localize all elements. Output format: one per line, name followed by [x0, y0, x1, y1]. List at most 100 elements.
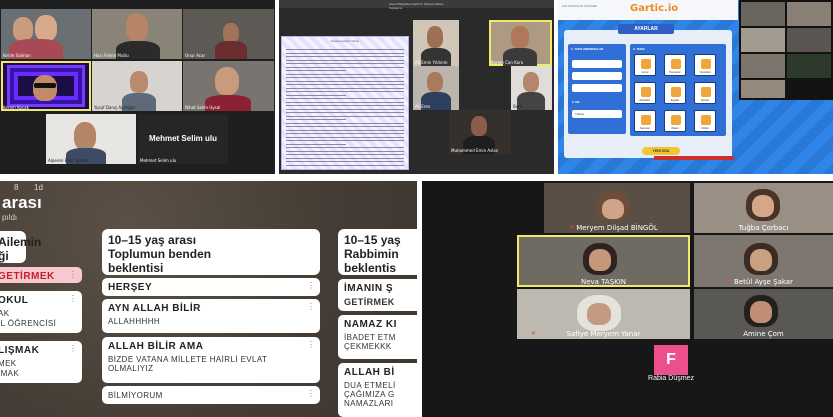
participant-tile[interactable]: Tuğba Çorbacı: [694, 183, 833, 233]
participant-tile-avatar[interactable]: Mehmet Selim ulu Mehmet Selim ulu: [138, 114, 228, 164]
participant-tile[interactable]: [741, 54, 785, 78]
board-header-date: 1d: [34, 183, 43, 192]
document-text-line: [286, 122, 404, 124]
participant-name: Rabia Düşmez: [648, 375, 694, 382]
participant-tile[interactable]: [787, 54, 831, 78]
more-options-icon[interactable]: ⋮: [307, 302, 315, 311]
participant-tile[interactable]: Hacı Fehmi Mutlu: [92, 9, 182, 59]
participant-name: Berk: [513, 104, 523, 109]
participant-name: Kerim Salman: [3, 53, 31, 58]
participant-name: Ali Emin Yıldırım: [415, 60, 448, 65]
document-title: Kişisel Gelişim Yazısı: [330, 39, 360, 43]
participant-tile[interactable]: [741, 2, 785, 26]
participant-tile[interactable]: Nihat Selim Uysal: [183, 61, 274, 111]
post-card[interactable]: ALLAH BİLİR AMA BİZDE VATANA MİLLETE HAİ…: [102, 337, 320, 383]
more-options-icon[interactable]: ⋮: [69, 270, 77, 279]
document-text-line: [286, 59, 404, 61]
participant-tile-speaking[interactable]: Neva TAŞKIN: [517, 235, 690, 287]
participant-tile[interactable]: Ali Emin Yıldırım: [413, 20, 459, 66]
post-card[interactable]: LIŞMAK MEK İMAK ⋮: [0, 341, 82, 383]
participant-tile[interactable]: Yusuf Danış Aydoğan: [92, 61, 182, 111]
participant-tile[interactable]: Muhammed Emin Aslan: [449, 110, 511, 154]
participant-tile[interactable]: ✕ Betül Ayşe Şakar: [694, 235, 833, 287]
category-icon: [701, 87, 711, 97]
participant-name: Muhammed Emin Aslan: [451, 148, 499, 153]
post-card[interactable]: AYN ALLAH BİLİR ALLAHHHHH ⋮: [102, 299, 320, 333]
participant-tile[interactable]: Kerim Salman: [1, 9, 91, 59]
new-room-button[interactable]: YENİ ODA: [642, 147, 680, 155]
board-subtitle: pıldı: [2, 213, 18, 222]
post-card[interactable]: İMANIN Ş GETİRMEK: [338, 279, 417, 311]
more-options-icon[interactable]: ⋮: [307, 281, 315, 290]
gartic-header: KULLANICILAR ÜÇÜNDE Gartic.io: [558, 0, 738, 20]
post-card[interactable]: HERŞEY ⋮: [102, 278, 320, 296]
document-text-line: [286, 63, 404, 64]
participant-tile[interactable]: Ali Eren: [413, 66, 459, 110]
gartic-settings-screen: KULLANICILAR ÜÇÜNDE Gartic.io AYARLAR 1.…: [558, 0, 833, 174]
participant-name: Yusuf Danış Aydoğan: [94, 105, 136, 110]
document-text-line: [286, 80, 404, 82]
participant-tile[interactable]: [787, 2, 831, 26]
shared-document: Kişisel Gelişim Yazısı: [281, 36, 409, 170]
post-card[interactable]: GETİRMEK ⋮: [0, 267, 82, 283]
document-text-line: [286, 126, 404, 127]
header-label: KULLANICILAR ÜÇÜNDE: [562, 4, 598, 8]
theme-card-celebrities[interactable]: Ünlüler: [694, 110, 716, 132]
participant-name: Ali Eren: [415, 104, 431, 109]
share-topbar: Ahmet Buğrahan Şahin'in (İzleyici) Ekran…: [279, 0, 554, 10]
participant-tile[interactable]: [787, 28, 831, 52]
theme-card-objects[interactable]: Nesneler: [634, 110, 656, 132]
document-text-line: [286, 140, 404, 141]
participant-tile[interactable]: [741, 80, 785, 98]
theme-card-items[interactable]: Eşyalar: [664, 82, 686, 104]
document-text-line: [286, 52, 404, 54]
participant-name: Kerem Koçak: [3, 105, 29, 110]
category-icon: [641, 59, 651, 69]
board-header-number: 8: [14, 183, 19, 192]
config-row[interactable]: [572, 72, 622, 80]
participant-name: Kerem Can Kara: [491, 60, 524, 65]
participant-tile-speaking[interactable]: Kerem Can Kara: [489, 20, 552, 66]
document-text-line: [286, 70, 346, 71]
more-options-icon[interactable]: ⋮: [69, 344, 77, 353]
category-icon: [671, 115, 681, 125]
more-options-icon[interactable]: ⋮: [307, 389, 315, 398]
participant-tile[interactable]: Berk: [511, 66, 552, 110]
theme-card-countries[interactable]: Ülkeler: [664, 110, 686, 132]
column-header: 10–15 yaş arası Toplumun benden beklenti…: [102, 229, 320, 275]
document-text-line: [286, 147, 404, 148]
participant-tile[interactable]: Alperen Emir Gözen: [46, 114, 136, 164]
category-icon: [701, 59, 711, 69]
avatar-name-label: Mehmet Selim ulu: [148, 134, 217, 143]
section-language-label: 3. DİL: [572, 100, 581, 104]
post-card[interactable]: OKUL AK İL ÖĞRENCİSİ ⋮: [0, 291, 82, 333]
document-text-line: [286, 119, 346, 120]
participant-tile-speaking[interactable]: Kerem Koçak: [1, 61, 91, 111]
column-header: Ailemin ği: [0, 231, 41, 263]
document-text-line: [286, 66, 404, 68]
post-card[interactable]: BİLMİYORUM ⋮: [102, 386, 320, 404]
participant-tile[interactable]: Amine Çom: [694, 289, 833, 339]
participant-name: Mehmet Selim ulu: [140, 158, 177, 163]
participant-avatar[interactable]: F: [654, 345, 688, 375]
participant-tile[interactable]: ✕ Meryem Dilşad BİNGÖL: [544, 183, 690, 233]
theme-card-general[interactable]: Genel: [634, 54, 656, 76]
participant-name: Safiye Meryem Yanar: [566, 330, 641, 338]
more-options-icon[interactable]: ⋮: [69, 294, 77, 303]
participant-tile[interactable]: [741, 28, 785, 52]
post-card[interactable]: NAMAZ KI İBADET ETM ÇEKMEKKK: [338, 315, 417, 359]
document-text-line: [286, 164, 404, 166]
category-icon: [641, 115, 651, 125]
padlet-board: 8 1d arası pıldı Ailemin ği GETİRMEK ⋮ O…: [0, 181, 417, 417]
participant-tile[interactable]: Onur Acar: [183, 9, 274, 59]
more-options-icon[interactable]: ⋮: [307, 340, 315, 349]
theme-card-jobs[interactable]: Meslekler: [634, 82, 656, 104]
theme-card-sports[interactable]: Sporlar: [694, 82, 716, 104]
theme-card-animals[interactable]: Hayvanlar: [664, 54, 686, 76]
config-row[interactable]: [572, 60, 622, 68]
language-select[interactable]: Türkçe: [572, 110, 622, 118]
post-card[interactable]: ALLAH Bİ DUA ETMELİ ÇAĞIMIZA G NAMAZLARI: [338, 363, 417, 417]
config-row[interactable]: [572, 84, 622, 92]
participant-tile[interactable]: ✕ Safiye Meryem Yanar: [517, 289, 690, 339]
theme-card-food[interactable]: Yiyecekler: [694, 54, 716, 76]
